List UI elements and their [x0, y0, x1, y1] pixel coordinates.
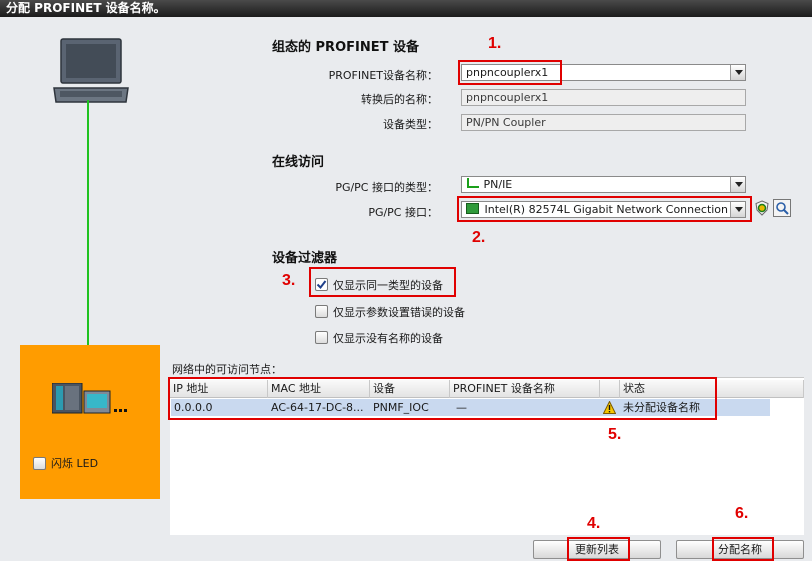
annotation-6: 6.	[735, 505, 749, 522]
device-type-label: 设备类型：	[383, 118, 438, 131]
filter-no-name-label: 仅显示没有名称的设备	[333, 332, 443, 345]
annotation-3: 3.	[282, 272, 296, 289]
configured-device-heading: 组态的 PROFINET 设备	[272, 40, 419, 55]
annotation-2: 2.	[472, 229, 486, 246]
annotation-4: 4.	[587, 515, 601, 532]
flash-led-checkbox[interactable]	[33, 457, 46, 470]
chevron-down-icon[interactable]	[730, 177, 745, 192]
filter-param-error-checkbox[interactable]	[315, 305, 328, 318]
device-panel	[20, 345, 160, 499]
search-network-icon[interactable]	[773, 199, 791, 217]
pn-coupler-device-icon[interactable]	[52, 383, 132, 415]
annotation-1: 1.	[488, 35, 502, 52]
annotation-box-5	[168, 377, 717, 420]
interface-type-dropdown[interactable]: PN/IE	[461, 176, 746, 193]
annotation-box-3	[309, 267, 456, 297]
nodes-table-caption: 网络中的可访问节点：	[172, 363, 282, 376]
interface-type-label: PG/PC 接口的类型：	[335, 181, 438, 194]
annotation-box-2	[457, 196, 752, 222]
converted-name-field: pnpncouplerx1	[461, 89, 746, 106]
device-name-label: PROFINET设备名称：	[328, 69, 438, 82]
converted-name-label: 转换后的名称：	[361, 93, 438, 106]
annotation-box-1	[458, 60, 562, 85]
network-icon	[466, 178, 480, 189]
window-title: 分配 PROFINET 设备名称。	[0, 0, 812, 17]
annotation-box-6	[712, 537, 774, 561]
annotation-5: 5.	[608, 426, 622, 443]
interface-type-value: PN/IE	[483, 178, 513, 191]
device-type-field: PN/PN Coupler	[461, 114, 746, 131]
filter-param-error-label: 仅显示参数设置错误的设备	[333, 306, 465, 319]
flash-led-label: 闪烁 LED	[51, 457, 99, 470]
online-access-heading: 在线访问	[272, 155, 325, 170]
interface-label: PG/PC 接口：	[368, 206, 438, 219]
filter-no-name-checkbox[interactable]	[315, 331, 328, 344]
chevron-down-icon[interactable]	[730, 65, 745, 80]
diagnostics-icon[interactable]	[754, 200, 770, 216]
annotation-box-4	[567, 537, 630, 561]
device-filter-heading: 设备过滤器	[272, 251, 338, 266]
pg-laptop-icon	[53, 38, 129, 103]
